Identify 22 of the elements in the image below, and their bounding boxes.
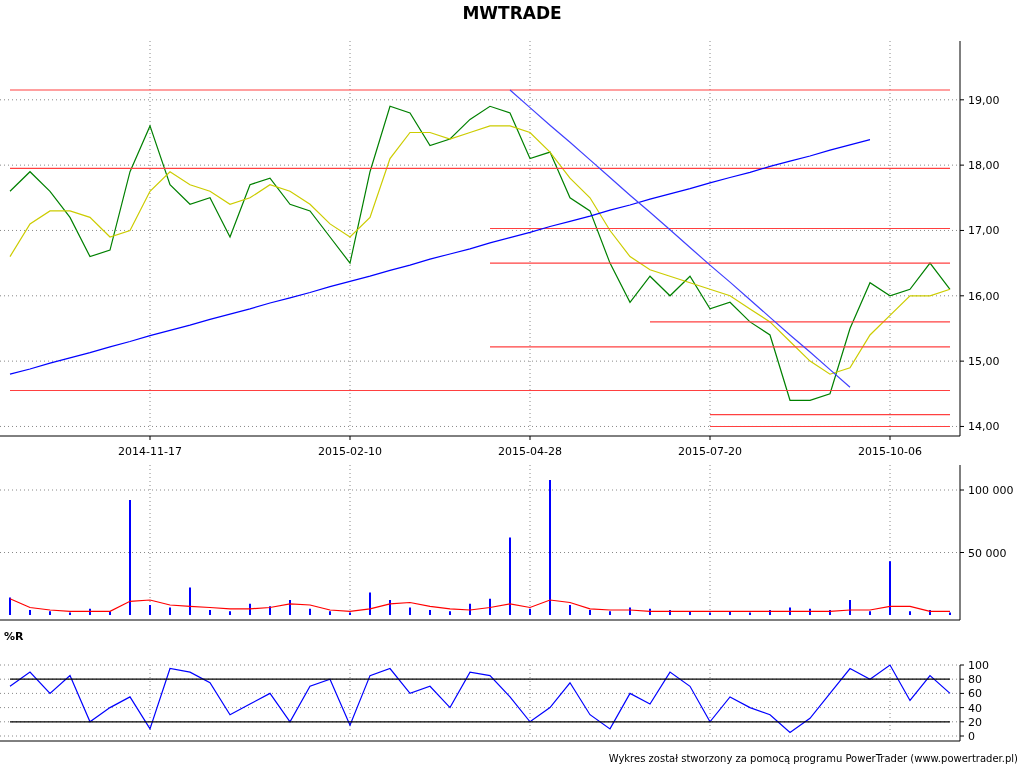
axis-label: 100 000 xyxy=(968,484,1014,497)
axis-label: 20 xyxy=(968,715,982,729)
axis-label: 16,00 xyxy=(968,289,1000,303)
axis-label: 100 xyxy=(968,659,989,672)
axis-label: 17,00 xyxy=(968,224,1000,238)
axis-label: 15,00 xyxy=(968,355,1000,369)
axis-label: 2014-11-17 xyxy=(118,445,182,458)
axis-label: 50 000 xyxy=(968,546,1007,560)
axis-label: 2015-07-20 xyxy=(678,445,742,458)
axis-label: 14,00 xyxy=(968,420,1000,434)
axis-label: 19,00 xyxy=(968,93,1000,107)
axis-label: 18,00 xyxy=(968,159,1000,173)
axis-label: 40 xyxy=(968,701,982,715)
axis-label: 0 xyxy=(968,730,975,743)
axis-label: 2015-02-10 xyxy=(318,445,382,458)
axis-label: 60 xyxy=(968,687,982,701)
panel-label: %R xyxy=(4,630,24,643)
footer-text: Wykres został stworzony za pomocą programu PowerTrader (www.powertrader.pl) xyxy=(608,752,1018,764)
axis-label: 2015-10-06 xyxy=(858,445,922,458)
axis-label: 2015-04-28 xyxy=(498,445,562,458)
axis-label: 80 xyxy=(968,673,982,687)
chart-title: MWTRADE xyxy=(462,2,562,23)
